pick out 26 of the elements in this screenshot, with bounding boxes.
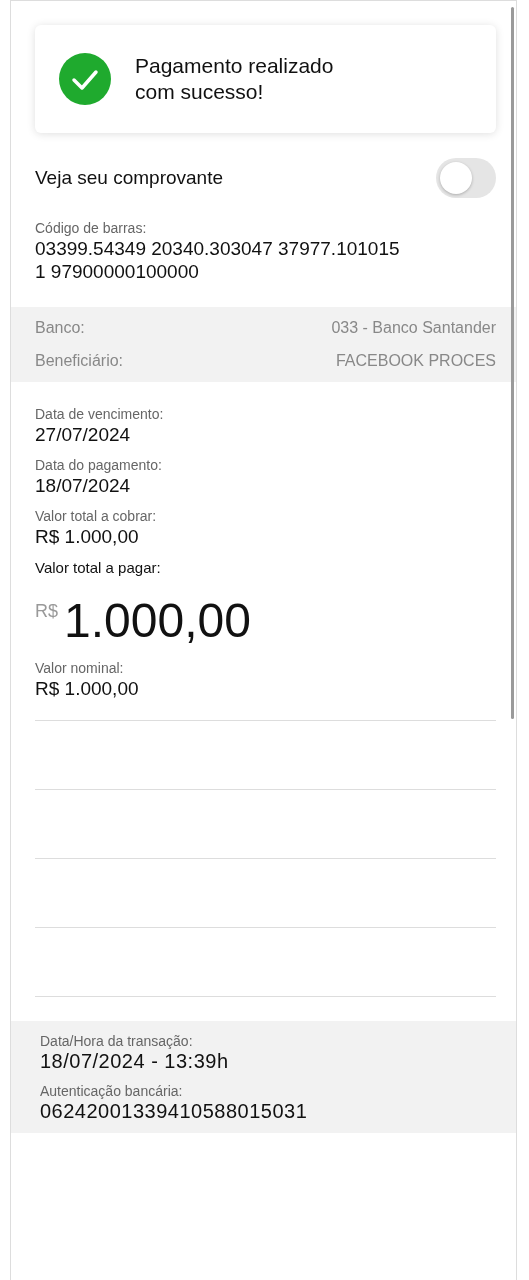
field-value: 06242001339410588015031 [40, 1100, 309, 1123]
barcode-number: 03399.54349 20340.303047 37977.101015 [35, 237, 401, 260]
field-label: Código de barras: [35, 220, 148, 237]
field-label: Valor nominal: [35, 660, 125, 677]
currency-symbol: R$ [35, 601, 58, 622]
field-value: 18/07/2024 [35, 474, 132, 497]
success-message: Pagamento realizado com sucesso! [135, 53, 335, 105]
field-label: Data de vencimento: [35, 406, 165, 423]
detail-label: Banco: [35, 318, 85, 338]
toggle-label: Veja seu comprovante [35, 167, 223, 189]
total-amount: 1.000,00 [64, 593, 251, 649]
field-label: Data do pagamento: [35, 457, 163, 474]
check-circle-icon [59, 53, 111, 105]
field-value: R$ 1.000,00 [35, 677, 140, 700]
field-label: Valor total a cobrar: [35, 508, 158, 525]
barcode-number: 1 97900000100000 [35, 260, 200, 283]
detail-label: Beneficiário: [35, 351, 124, 371]
field-value: 18/07/2024 - 13:39h [40, 1050, 230, 1073]
receipt-switch[interactable] [436, 158, 496, 198]
detail-value: FACEBOOK PROCES [335, 351, 496, 371]
field-label: Autenticação bancária: [40, 1083, 184, 1100]
field-value: 27/07/2024 [35, 423, 132, 446]
field-value: R$ 1.000,00 [35, 525, 140, 548]
field-label: Data/Hora da transação: [40, 1033, 194, 1050]
total-label: Valor total a pagar: [35, 559, 162, 576]
detail-value: 033 - Banco Santander [331, 318, 496, 338]
